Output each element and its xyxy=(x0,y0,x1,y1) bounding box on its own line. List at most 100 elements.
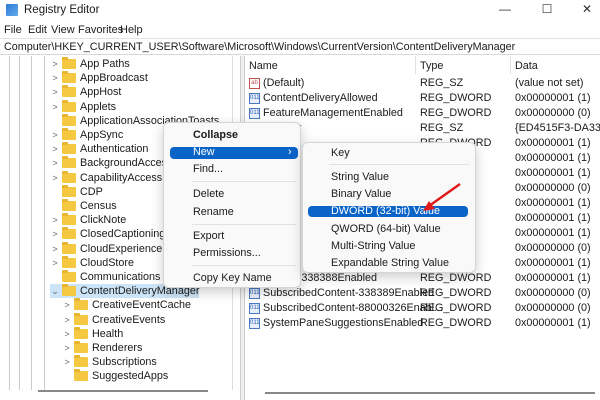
menu-item-find[interactable]: Find... xyxy=(193,163,223,175)
expand-chevron-icon[interactable]: > xyxy=(50,130,60,140)
value-name: (Default) xyxy=(263,77,305,89)
tree-item[interactable]: Communications xyxy=(50,270,160,284)
value-type: REG_DWORD xyxy=(420,92,492,104)
tree-item[interactable]: SuggestedApps xyxy=(62,369,168,383)
menu-view[interactable]: View xyxy=(51,24,75,36)
menu-item-new[interactable]: New xyxy=(193,146,215,158)
value-row[interactable]: 011 SubscribedContent-338389Enabled REG_DW… xyxy=(245,286,600,301)
value-data: 0x00000000 (0) xyxy=(515,182,591,194)
value-row[interactable]: ab (Default) REG_SZ (value not set) xyxy=(245,76,600,91)
folder-icon xyxy=(74,312,88,325)
tree-item-label: Census xyxy=(80,200,117,212)
folder-icon xyxy=(62,199,76,211)
expand-chevron-icon[interactable]: > xyxy=(50,73,60,83)
tree-item[interactable]: > Health xyxy=(62,326,124,341)
maximize-button[interactable]: ☐ xyxy=(532,2,562,18)
expand-chevron-icon[interactable]: > xyxy=(62,315,72,325)
minimize-button[interactable]: — xyxy=(490,2,520,18)
tree-item[interactable]: > Applets xyxy=(50,99,116,114)
value-row[interactable]: 011 FeatureManagementEnabled REG_DWORD 0x00… xyxy=(245,106,600,121)
menu-edit[interactable]: Edit xyxy=(28,24,47,36)
menu-item-delete[interactable]: Delete xyxy=(193,188,224,200)
submenu-item-string-value[interactable]: String Value xyxy=(331,171,389,183)
menu-item-rename[interactable]: Rename xyxy=(193,206,234,218)
expand-chevron-icon[interactable]: > xyxy=(50,59,60,69)
address-bar[interactable]: Computer\HKEY_CURRENT_USER\Software\Micr… xyxy=(0,38,600,55)
column-header-data[interactable]: Data xyxy=(515,60,538,72)
expand-chevron-icon[interactable]: > xyxy=(50,144,60,154)
value-data: 0x00000001 (1) xyxy=(515,212,591,224)
expand-chevron-icon[interactable]: > xyxy=(50,102,60,112)
expand-chevron-icon[interactable]: > xyxy=(50,229,60,239)
menu-help[interactable]: Help xyxy=(120,24,143,36)
tree-item[interactable]: > Renderers xyxy=(62,341,142,355)
expand-chevron-icon[interactable]: > xyxy=(50,87,60,97)
value-row[interactable]: 011 SubscribedContent-88000326Enabl... REG… xyxy=(245,301,600,316)
submenu-item-multi-string-value[interactable]: Multi-String Value xyxy=(331,240,415,252)
submenu-item-binary-value[interactable]: Binary Value xyxy=(331,188,391,200)
tree-item[interactable]: Census xyxy=(50,199,117,213)
expand-chevron-icon[interactable]: > xyxy=(50,258,60,268)
close-button[interactable]: ✕ xyxy=(572,2,600,18)
expand-chevron-icon[interactable]: ⌄ xyxy=(50,286,60,297)
tree-item[interactable]: > CreativeEventCache xyxy=(62,298,191,312)
tree-horizontal-scrollbar[interactable] xyxy=(38,390,208,392)
expand-chevron-icon[interactable]: > xyxy=(62,357,72,367)
tree-item[interactable]: > CreativeEvents xyxy=(62,312,165,327)
folder-icon xyxy=(62,113,76,126)
value-name: SubscribedContent-338389Enabled xyxy=(263,287,435,299)
folder-icon xyxy=(62,57,76,69)
folder-icon xyxy=(62,85,76,98)
column-header-type[interactable]: Type xyxy=(420,60,443,72)
tree-item[interactable]: CDP xyxy=(50,184,103,199)
value-data: 0x00000000 (0) xyxy=(515,302,591,314)
new-highlight xyxy=(170,147,298,159)
value-type: REG_DWORD xyxy=(420,272,492,284)
tree-item-label: AppSync xyxy=(80,129,124,141)
tree-item-label: ClosedCaptioning xyxy=(80,228,166,241)
tree-item[interactable]: > ClosedCaptioning xyxy=(50,227,165,241)
tree-item[interactable]: > App Paths xyxy=(50,57,130,71)
menu-item-copy-key-name[interactable]: Copy Key Name xyxy=(193,272,272,284)
submenu-item-expandable-string-value[interactable]: Expandable String Value xyxy=(331,257,449,269)
expand-chevron-icon[interactable]: > xyxy=(50,215,60,225)
folder-icon xyxy=(62,184,76,197)
expand-chevron-icon[interactable]: > xyxy=(50,244,60,254)
tree-item-label: CreativeEventCache xyxy=(92,299,192,312)
submenu-item-key[interactable]: Key xyxy=(331,147,350,159)
expand-chevron-icon[interactable]: > xyxy=(62,300,72,310)
tree-item-label: CloudStore xyxy=(80,256,135,269)
tree-item[interactable]: > Authentication xyxy=(50,142,148,156)
tree-item[interactable]: > AppBroadcast xyxy=(50,71,148,85)
menu-item-export[interactable]: Export xyxy=(193,230,224,242)
submenu-item-qword-value[interactable]: QWORD (64-bit) Value xyxy=(331,223,441,235)
expand-chevron-icon[interactable]: > xyxy=(50,173,60,183)
value-row[interactable]: 011 SystemPaneSuggestionsEnabled REG_DWORD… xyxy=(245,316,600,331)
value-data: (value not set) xyxy=(515,77,584,89)
tree-item[interactable]: > AppHost xyxy=(50,85,121,99)
value-type: REG_DWORD xyxy=(420,317,492,329)
value-row[interactable]: 011 ContentDeliveryAllowed REG_DWORD 0x0000… xyxy=(245,91,600,106)
value-data: 0x00000000 (0) xyxy=(515,107,591,119)
menu-favorites[interactable]: Favorites xyxy=(78,24,123,36)
values-horizontal-scrollbar[interactable] xyxy=(265,392,595,394)
tree-item[interactable]: > ClickNote xyxy=(50,213,126,227)
folder-icon xyxy=(62,255,76,268)
menu-item-collapse[interactable]: Collapse xyxy=(193,129,238,141)
folder-icon xyxy=(62,270,76,282)
expand-chevron-icon[interactable]: > xyxy=(62,343,72,353)
column-header-name[interactable]: Name xyxy=(249,60,278,72)
tree-item-label: Health xyxy=(92,327,124,340)
tree-item[interactable]: > Subscriptions xyxy=(62,355,157,369)
tree-item[interactable]: > CloudStore xyxy=(50,255,135,270)
binary-value-icon: 011 xyxy=(249,288,260,299)
value-type: REG_DWORD xyxy=(420,302,492,314)
tree-item[interactable]: > AppSync xyxy=(50,128,123,142)
value-data: 0x00000001 (1) xyxy=(515,227,591,239)
menu-file[interactable]: File xyxy=(4,24,22,36)
expand-chevron-icon[interactable]: > xyxy=(50,158,60,168)
tree-item-label: AppBroadcast xyxy=(80,72,148,85)
menu-item-permissions[interactable]: Permissions... xyxy=(193,247,261,259)
expand-chevron-icon[interactable]: > xyxy=(62,329,72,339)
value-type: REG_SZ xyxy=(420,77,464,89)
